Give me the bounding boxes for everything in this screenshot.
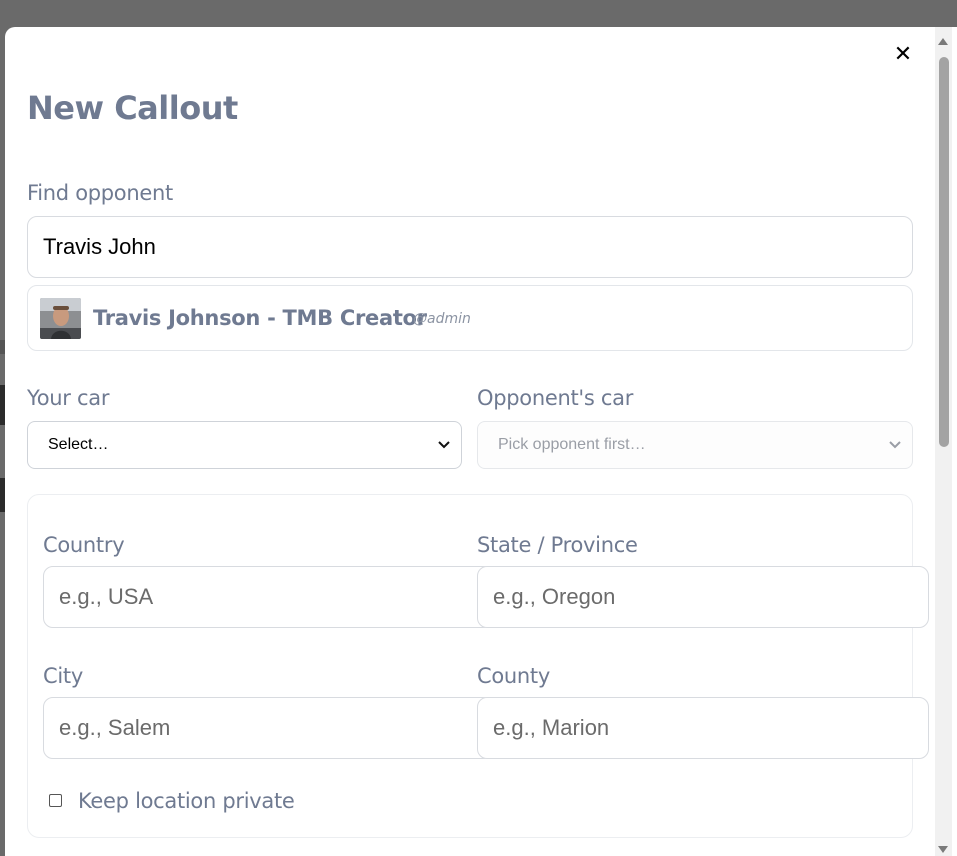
chevron-down-icon <box>888 438 902 452</box>
county-input[interactable] <box>477 697 929 759</box>
scroll-thumb[interactable] <box>939 57 949 447</box>
county-label: County <box>477 664 550 688</box>
state-label: State / Province <box>477 533 638 557</box>
your-car-label: Your car <box>27 386 110 410</box>
location-panel <box>27 494 913 838</box>
your-car-selected: Select… <box>48 436 109 453</box>
country-input[interactable] <box>43 566 493 628</box>
opponent-search-result[interactable]: Travis Johnson - TMB Creator @admin <box>27 285 913 351</box>
chevron-down-icon <box>437 438 451 452</box>
city-label: City <box>43 664 83 688</box>
keep-location-private-label: Keep location private <box>78 789 295 813</box>
opponent-car-select[interactable]: Pick opponent first… <box>477 421 913 469</box>
modal-title: New Callout <box>27 89 238 127</box>
city-input[interactable] <box>43 697 493 759</box>
new-callout-modal: ✕ New Callout Find opponent Travis Johns… <box>5 27 957 856</box>
result-name: Travis Johnson - TMB Creator <box>93 306 427 330</box>
scroll-down-arrow[interactable] <box>938 846 948 853</box>
find-opponent-label: Find opponent <box>27 181 173 205</box>
keep-location-private-checkbox[interactable] <box>49 794 62 807</box>
find-opponent-input[interactable] <box>27 216 913 278</box>
opponent-car-selected: Pick opponent first… <box>498 436 646 453</box>
close-icon: ✕ <box>893 42 913 67</box>
close-button[interactable]: ✕ <box>891 43 915 67</box>
your-car-select[interactable]: Select… <box>27 421 462 469</box>
country-label: Country <box>43 533 125 557</box>
state-input[interactable] <box>477 566 929 628</box>
scroll-up-arrow[interactable] <box>938 38 948 45</box>
avatar <box>40 298 81 339</box>
result-handle: @admin <box>413 311 471 327</box>
opponent-car-label: Opponent's car <box>477 386 634 410</box>
